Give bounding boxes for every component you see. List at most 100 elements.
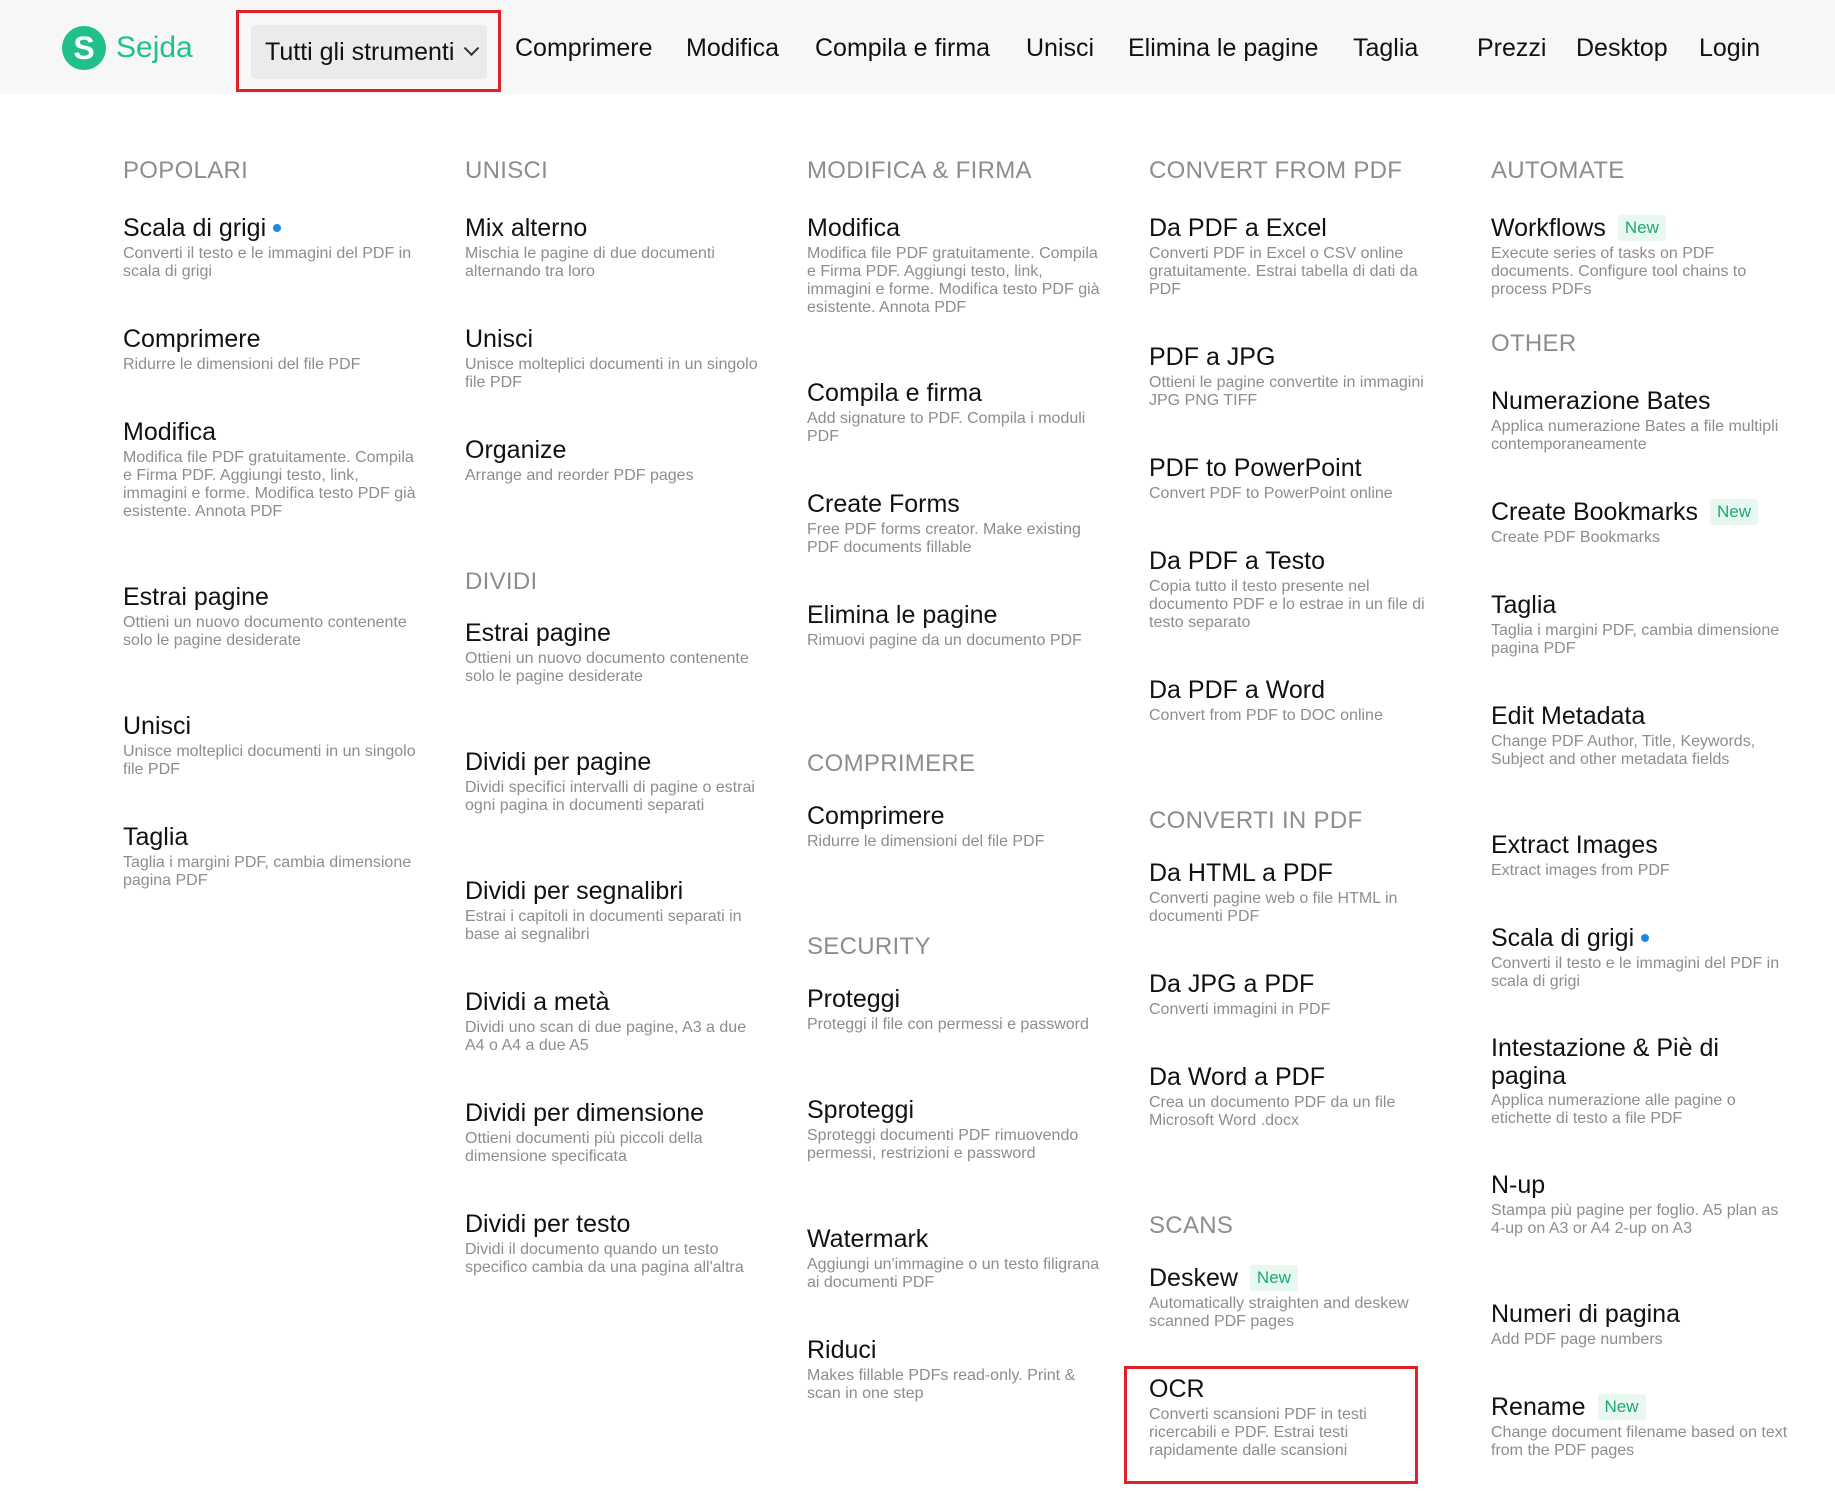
tool-desc: Crea un documento PDF da un file Microso…	[1149, 1094, 1396, 1129]
tool-name: PDF to PowerPoint	[1149, 454, 1362, 482]
tool-create-forms[interactable]: Create Forms Free PDF forms creator. Mak…	[807, 489, 1107, 557]
nav-modifica[interactable]: Modifica	[686, 34, 779, 63]
tool-estrai-pagine[interactable]: Estrai pagine Ottieni un nuovo documento…	[465, 618, 765, 686]
all-tools-highlight: Tutti gli strumenti	[236, 10, 501, 92]
tool-elimina-le-pagine[interactable]: Elimina le pagine Rimuovi pagine da un d…	[807, 600, 1107, 650]
tool-numerazione-bates[interactable]: Numerazione Bates Applica numerazione Ba…	[1491, 386, 1791, 454]
nav-elimina-pagine[interactable]: Elimina le pagine	[1128, 34, 1318, 63]
nav-compila-firma[interactable]: Compila e firma	[815, 34, 990, 63]
tool-estrai-pagine[interactable]: Estrai pagine Ottieni un nuovo documento…	[123, 582, 423, 650]
top-navigation-bar: S Sejda Tutti gli strumenti Comprimere M…	[0, 0, 1835, 94]
section-title-convert-from-pdf: CONVERT FROM PDF	[1149, 157, 1403, 184]
tool-dividi-per-segnalibri[interactable]: Dividi per segnalibri Estrai i capitoli …	[465, 876, 765, 944]
tool-workflows[interactable]: Workflows New Execute series of tasks on …	[1491, 213, 1791, 299]
tool-name: OCR	[1149, 1375, 1205, 1403]
tool-desc: Ottieni le pagine convertite in immagini…	[1149, 374, 1424, 409]
tool-rename[interactable]: Rename New Change document filename based…	[1491, 1392, 1791, 1460]
nav-comprimere[interactable]: Comprimere	[515, 34, 653, 63]
nav-taglia[interactable]: Taglia	[1353, 34, 1418, 63]
tool-taglia[interactable]: Taglia Taglia i margini PDF, cambia dime…	[123, 822, 423, 890]
tool-name: Modifica	[807, 214, 901, 242]
tool-numeri-di-pagina[interactable]: Numeri di pagina Add PDF page numbers	[1491, 1299, 1791, 1349]
nav-desktop[interactable]: Desktop	[1576, 34, 1668, 63]
tool-edit-metadata[interactable]: Edit Metadata Change PDF Author, Title, …	[1491, 701, 1791, 769]
tool-dividi-per-testo[interactable]: Dividi per testo Dividi il documento qua…	[465, 1209, 765, 1277]
tool-desc: Change document filename based on text f…	[1491, 1424, 1788, 1459]
tool-proteggi[interactable]: Proteggi Proteggi il file con permessi e…	[807, 984, 1107, 1034]
nav-login[interactable]: Login	[1699, 34, 1760, 63]
tool-pdf-to-powerpoint[interactable]: PDF to PowerPoint Convert PDF to PowerPo…	[1149, 453, 1449, 503]
sejda-logo[interactable]: S Sejda	[62, 26, 193, 70]
tool-dividi-a-meta[interactable]: Dividi a metà Dividi uno scan di due pag…	[465, 987, 765, 1055]
tool-desc: Automatically straighten and deskew scan…	[1149, 1295, 1409, 1330]
tool-name: PDF a JPG	[1149, 343, 1276, 371]
new-badge: New	[1597, 1394, 1646, 1420]
all-tools-dropdown[interactable]: Tutti gli strumenti	[251, 25, 487, 79]
tool-deskew[interactable]: Deskew New Automatically straighten and d…	[1149, 1263, 1449, 1331]
tool-html-to-pdf[interactable]: Da HTML a PDF Converti pagine web o file…	[1149, 858, 1449, 926]
tool-name: Da PDF a Excel	[1149, 214, 1327, 242]
tool-sproteggi[interactable]: Sproteggi Sproteggi documenti PDF rimuov…	[807, 1095, 1107, 1163]
tool-n-up[interactable]: N-up Stampa più pagine per foglio. A5 pl…	[1491, 1170, 1791, 1238]
tool-name: Watermark	[807, 1225, 929, 1253]
tool-modifica[interactable]: Modifica Modifica file PDF gratuitamente…	[123, 417, 423, 521]
tool-name: Deskew	[1149, 1264, 1238, 1292]
tool-name: Dividi per pagine	[465, 748, 652, 776]
tool-name: Dividi per testo	[465, 1210, 631, 1238]
tool-desc: Applica numerazione Bates a file multipl…	[1491, 418, 1779, 453]
tool-unisci[interactable]: Unisci Unisce molteplici documenti in un…	[465, 324, 765, 392]
tool-desc: Mischia le pagine di due documenti alter…	[465, 245, 715, 280]
tool-desc: Aggiungi un'immagine o un testo filigran…	[807, 1256, 1100, 1291]
tool-name: Compila e firma	[807, 379, 983, 407]
tool-comprimere[interactable]: Comprimere Ridurre le dimensioni del fil…	[807, 801, 1107, 851]
section-title-automate: AUTOMATE	[1491, 157, 1625, 184]
tool-name: Mix alterno	[465, 214, 588, 242]
tool-jpg-to-pdf[interactable]: Da JPG a PDF Converti immagini in PDF	[1149, 969, 1449, 1019]
new-dot-indicator	[273, 224, 282, 232]
tool-scala-di-grigi[interactable]: Scala di grigi Converti il testo e le im…	[1491, 923, 1791, 991]
tool-name: Unisci	[123, 712, 192, 740]
tool-taglia[interactable]: Taglia Taglia i margini PDF, cambia dime…	[1491, 590, 1791, 658]
tool-desc: Unisce molteplici documenti in un singol…	[123, 743, 416, 778]
tool-name: Workflows	[1491, 214, 1606, 242]
tool-comprimere[interactable]: Comprimere Ridurre le dimensioni del fil…	[123, 324, 423, 374]
tool-compila-e-firma[interactable]: Compila e firma Add signature to PDF. Co…	[807, 378, 1107, 446]
tool-pdf-to-excel[interactable]: Da PDF a Excel Converti PDF in Excel o C…	[1149, 213, 1449, 299]
tool-name: Comprimere	[807, 802, 945, 830]
tool-pdf-to-word[interactable]: Da PDF a Word Convert from PDF to DOC on…	[1149, 675, 1449, 725]
tool-unisci[interactable]: Unisci Unisce molteplici documenti in un…	[123, 711, 423, 779]
tool-organize[interactable]: Organize Arrange and reorder PDF pages	[465, 435, 765, 485]
tool-name: Rename	[1491, 1393, 1586, 1421]
tool-watermark[interactable]: Watermark Aggiungi un'immagine o un test…	[807, 1224, 1107, 1292]
nav-unisci[interactable]: Unisci	[1026, 34, 1094, 63]
tool-desc: Taglia i margini PDF, cambia dimensione …	[1491, 622, 1780, 657]
tool-pdf-to-jpg[interactable]: PDF a JPG Ottieni le pagine convertite i…	[1149, 342, 1449, 410]
tool-name: Sproteggi	[807, 1096, 915, 1124]
tool-extract-images[interactable]: Extract Images Extract images from PDF	[1491, 830, 1791, 880]
tool-dividi-per-dimensione[interactable]: Dividi per dimensione Ottieni documenti …	[465, 1098, 765, 1166]
tool-name: Proteggi	[807, 985, 901, 1013]
tool-dividi-per-pagine[interactable]: Dividi per pagine Dividi specifici inter…	[465, 747, 765, 815]
tool-desc: Execute series of tasks on PDF documents…	[1491, 245, 1747, 298]
tool-create-bookmarks[interactable]: Create Bookmarks New Create PDF Bookmarks	[1491, 497, 1791, 547]
tool-ocr[interactable]: OCR Converti scansioni PDF in testi rice…	[1149, 1374, 1411, 1460]
tool-name: Estrai pagine	[465, 619, 611, 647]
section-title-security: SECURITY	[807, 933, 931, 960]
tool-modifica[interactable]: Modifica Modifica file PDF gratuitamente…	[807, 213, 1107, 317]
tool-mix-alterno[interactable]: Mix alterno Mischia le pagine di due doc…	[465, 213, 765, 281]
tool-scala-di-grigi[interactable]: Scala di grigi Converti il testo e le im…	[123, 213, 423, 281]
tool-name: Organize	[465, 436, 567, 464]
tool-desc: Add signature to PDF. Compila i moduli P…	[807, 410, 1086, 445]
tool-riduci[interactable]: Riduci Makes fillable PDFs read-only. Pr…	[807, 1335, 1107, 1403]
tool-name: Extract Images	[1491, 831, 1658, 859]
tool-desc: Arrange and reorder PDF pages	[465, 467, 694, 484]
tool-word-to-pdf[interactable]: Da Word a PDF Crea un documento PDF da u…	[1149, 1062, 1449, 1130]
tool-desc: Dividi specifici intervalli di pagine o …	[465, 779, 755, 814]
tool-desc: Copia tutto il testo presente nel docume…	[1149, 578, 1425, 631]
tool-name: Riduci	[807, 1336, 877, 1364]
tool-desc: Ottieni documenti più piccoli della dime…	[465, 1130, 703, 1165]
nav-prezzi[interactable]: Prezzi	[1477, 34, 1546, 63]
tool-desc: Dividi uno scan di due pagine, A3 a due …	[465, 1019, 747, 1054]
tool-pdf-to-text[interactable]: Da PDF a Testo Copia tutto il testo pres…	[1149, 546, 1449, 632]
tool-intestazione-pie-di-pagina[interactable]: Intestazione & Piè di pagina Applica num…	[1491, 1034, 1791, 1128]
